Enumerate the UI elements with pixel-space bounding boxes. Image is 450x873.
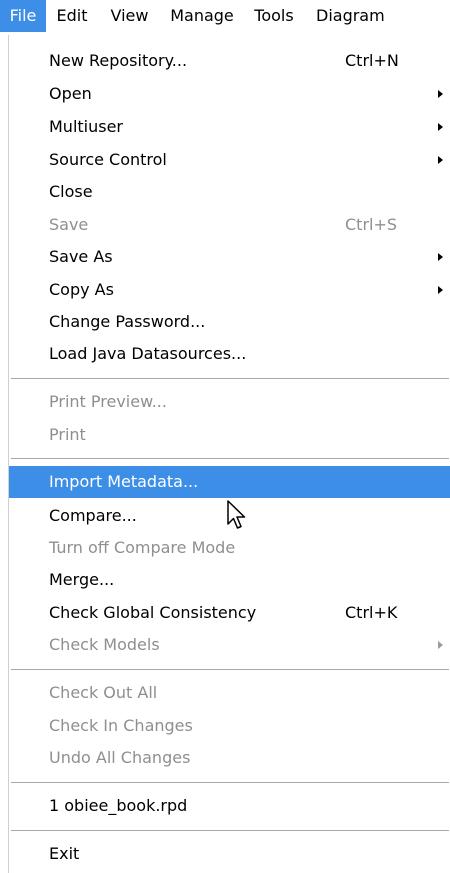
- menu-item-label: New Repository...: [49, 51, 188, 70]
- menu-item-turn-off-compare-mode: Turn off Compare Mode: [9, 532, 450, 564]
- menu-item-copy-as[interactable]: Copy As: [9, 274, 450, 306]
- menu-item-print-preview: Print Preview...: [9, 386, 450, 418]
- menu-item-exit[interactable]: Exit: [9, 838, 450, 870]
- menu-item-merge[interactable]: Merge...: [9, 564, 450, 596]
- menu-item-label: Print: [49, 425, 86, 444]
- menu-item-save: Save Ctrl+S: [9, 209, 450, 241]
- menu-separator: [11, 782, 449, 783]
- menu-file[interactable]: File: [0, 0, 46, 32]
- menu-item-close[interactable]: Close: [9, 176, 450, 208]
- submenu-arrow-icon: [438, 90, 443, 98]
- submenu-arrow-icon: [438, 641, 443, 649]
- menu-manage[interactable]: Manage: [161, 0, 243, 32]
- menu-item-open[interactable]: Open: [9, 78, 450, 110]
- mouse-pointer-icon: [227, 500, 246, 529]
- menu-separator: [11, 378, 449, 379]
- menu-item-change-password[interactable]: Change Password...: [9, 306, 450, 338]
- menu-item-undo-all-changes: Undo All Changes: [9, 742, 450, 774]
- menu-item-label: Check Out All: [49, 683, 158, 702]
- menu-item-label: Open: [49, 84, 92, 103]
- menu-item-label: Change Password...: [49, 312, 206, 331]
- menu-item-label: Source Control: [49, 150, 167, 169]
- menu-item-label: Exit: [49, 844, 80, 863]
- menu-item-multiuser[interactable]: Multiuser: [9, 111, 450, 143]
- menu-separator: [11, 669, 449, 670]
- menu-item-label: Check Models: [49, 635, 160, 654]
- menu-item-print: Print: [9, 419, 450, 451]
- submenu-arrow-icon: [438, 156, 443, 164]
- submenu-arrow-icon: [438, 286, 443, 294]
- menu-item-label: Compare...: [49, 506, 137, 525]
- menu-item-new-repository[interactable]: New Repository... Ctrl+N: [9, 45, 450, 77]
- menu-item-save-as[interactable]: Save As: [9, 241, 450, 273]
- menu-item-label: Save As: [49, 247, 113, 266]
- menu-bar: File Edit View Manage Tools Diagram: [0, 0, 450, 32]
- menu-item-check-models: Check Models: [9, 629, 450, 661]
- menu-item-check-out-all: Check Out All: [9, 677, 450, 709]
- menu-item-label: Load Java Datasources...: [49, 344, 247, 363]
- submenu-arrow-icon: [438, 253, 443, 261]
- menu-item-load-java-datasources[interactable]: Load Java Datasources...: [9, 338, 450, 370]
- menu-item-label: Close: [49, 182, 93, 201]
- shortcut-label: Ctrl+K: [345, 603, 398, 622]
- file-menu-dropdown: New Repository... Ctrl+N Open Multiuser …: [8, 35, 450, 873]
- menu-item-label: Import Metadata...: [49, 472, 199, 491]
- menu-tools[interactable]: Tools: [243, 0, 305, 32]
- shortcut-label: Ctrl+N: [345, 51, 399, 70]
- shortcut-label: Ctrl+S: [345, 215, 398, 234]
- menu-view[interactable]: View: [98, 0, 161, 32]
- menu-item-label: Save: [49, 215, 89, 234]
- menu-separator: [11, 830, 449, 831]
- menu-item-check-in-changes: Check In Changes: [9, 710, 450, 742]
- menu-item-label: Check In Changes: [49, 716, 193, 735]
- menu-item-import-metadata[interactable]: Import Metadata...: [9, 466, 450, 498]
- menu-item-label: Undo All Changes: [49, 748, 191, 767]
- menu-item-label: Check Global Consistency: [49, 603, 257, 622]
- menu-item-label: Copy As: [49, 280, 114, 299]
- menu-item-label: Merge...: [49, 570, 115, 589]
- menu-diagram[interactable]: Diagram: [305, 0, 450, 32]
- menu-item-label: Multiuser: [49, 117, 124, 136]
- submenu-arrow-icon: [438, 123, 443, 131]
- menu-item-label: Print Preview...: [49, 392, 167, 411]
- menu-item-recent-file[interactable]: 1 obiee_book.rpd: [9, 790, 450, 822]
- menu-edit[interactable]: Edit: [46, 0, 98, 32]
- menu-item-label: 1 obiee_book.rpd: [49, 796, 188, 815]
- menu-item-label: Turn off Compare Mode: [49, 538, 236, 557]
- menu-item-source-control[interactable]: Source Control: [9, 144, 450, 176]
- menu-separator: [11, 458, 449, 459]
- menu-item-check-global-consistency[interactable]: Check Global Consistency Ctrl+K: [9, 597, 450, 629]
